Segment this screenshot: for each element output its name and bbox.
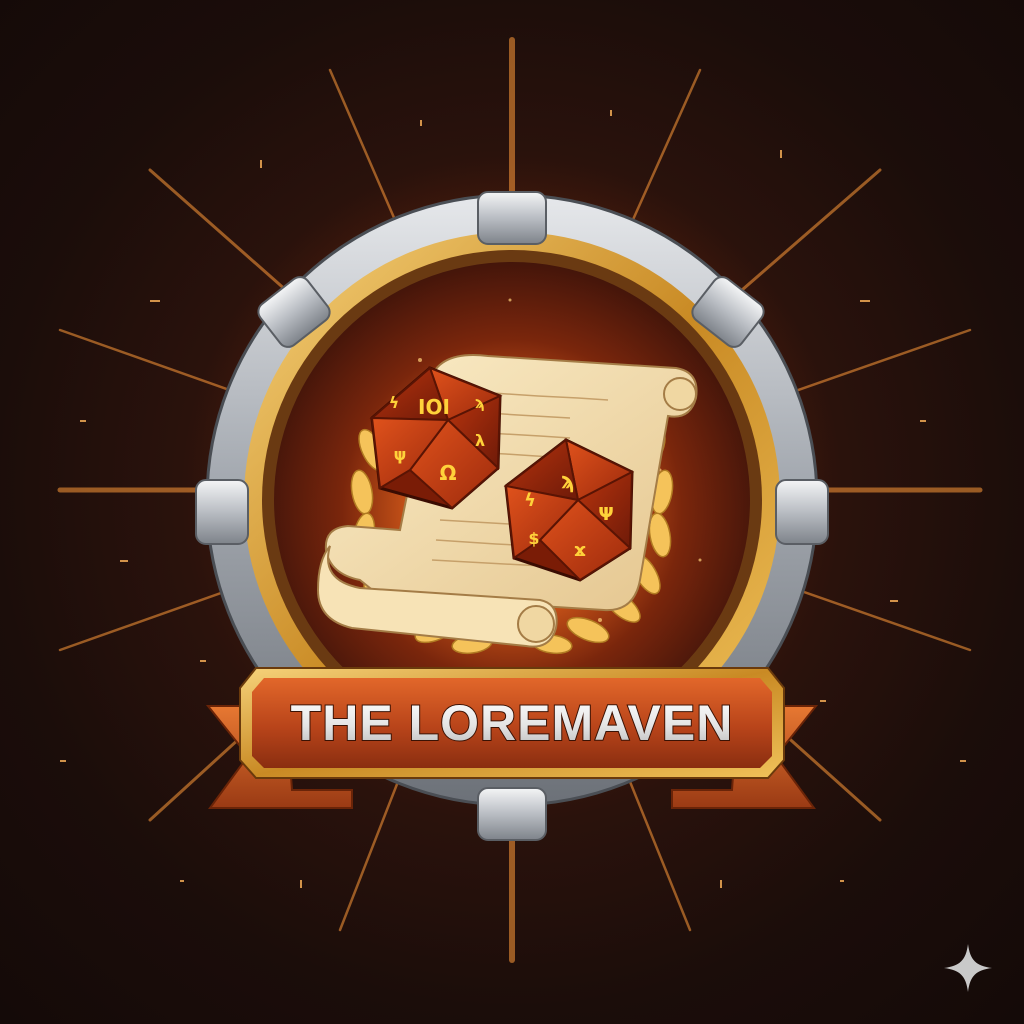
svg-text:ϟ: ϟ [524,490,536,511]
svg-text:ϡ: ϡ [561,469,575,494]
badge-title: THE LOREMAVEN [291,695,734,751]
svg-text:ΙΟΙ: ΙΟΙ [418,395,450,419]
achievement-screen: ΙΟΙ ϟ ϡ Ω ψ λ ϡ ϟ Ψ ϫ $ THE LOREMAVEN [0,0,1024,1024]
achievement-badge-art: ΙΟΙ ϟ ϡ Ω ψ λ ϡ ϟ Ψ ϫ $ THE LOREMAVEN [52,30,983,963]
sparkle-icon [942,942,994,994]
svg-text:ψ: ψ [394,445,407,464]
svg-text:ϟ: ϟ [389,393,400,412]
svg-text:Ψ: Ψ [598,504,613,525]
svg-text:ϡ: ϡ [475,393,485,412]
svg-text:ϫ: ϫ [574,540,586,561]
svg-text:λ: λ [475,431,485,450]
svg-text:$: $ [528,529,539,548]
svg-text:Ω: Ω [439,461,456,485]
